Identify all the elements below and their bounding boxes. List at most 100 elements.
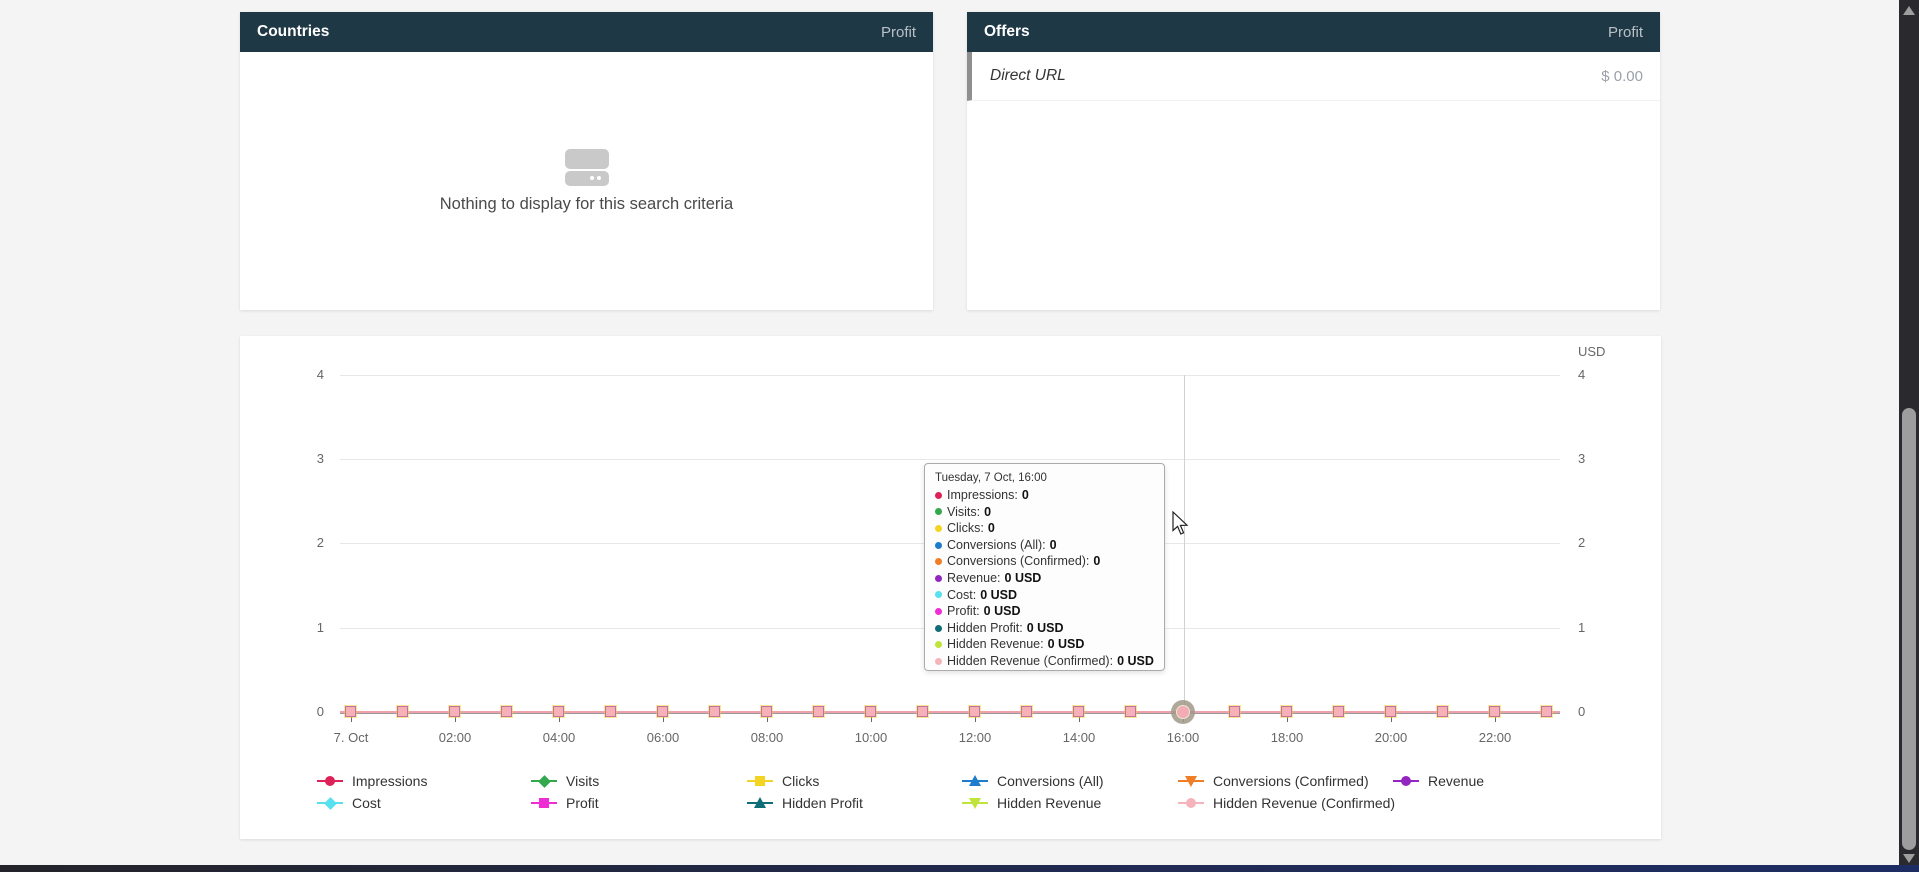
y-axis-label-right: 0	[1578, 702, 1638, 722]
series-color-dot	[935, 591, 942, 598]
tooltip-item-value: 0	[988, 520, 995, 537]
legend-item[interactable]: Profit	[531, 794, 599, 812]
y-axis-label-left: 0	[264, 702, 324, 722]
legend-marker-shape	[325, 776, 335, 786]
series-color-dot	[935, 625, 942, 632]
legend-item-label: Visits	[566, 773, 599, 789]
scrollbar-thumb[interactable]	[1902, 408, 1916, 850]
data-point-marker[interactable]	[1437, 706, 1448, 717]
empty-data-icon	[565, 149, 609, 186]
zero-value-series-line	[340, 711, 1560, 713]
hovered-data-point[interactable]	[1176, 705, 1190, 719]
countries-panel-title: Countries	[257, 23, 329, 41]
tooltip-item-value: 0	[1022, 487, 1029, 504]
data-point-marker[interactable]	[1541, 706, 1552, 717]
offers-metric-header: Profit	[1608, 24, 1643, 41]
scroll-up-icon[interactable]	[1903, 6, 1915, 15]
legend-marker-circle-icon	[1178, 797, 1204, 809]
data-point-marker[interactable]	[501, 706, 512, 717]
y-axis-label-right: 3	[1578, 449, 1638, 469]
legend-item[interactable]: Hidden Profit	[747, 794, 863, 812]
offer-profit-value: $ 0.00	[1601, 68, 1643, 85]
x-axis-label: 22:00	[1453, 730, 1537, 745]
tooltip-item-value: 0 USD	[980, 587, 1017, 604]
x-axis-label: 14:00	[1037, 730, 1121, 745]
data-point-marker[interactable]	[605, 706, 616, 717]
tooltip-item-value: 0	[984, 504, 991, 521]
legend-marker-circle-icon	[317, 775, 343, 787]
y-axis-label-left: 2	[264, 533, 324, 553]
data-point-marker[interactable]	[1229, 706, 1240, 717]
tooltip-item-label: Conversions (Confirmed):	[947, 553, 1089, 570]
chart-crosshair	[1184, 375, 1185, 713]
scroll-down-icon[interactable]	[1903, 854, 1915, 863]
data-point-marker[interactable]	[1281, 706, 1292, 717]
legend-item[interactable]: Impressions	[317, 772, 427, 790]
data-point-marker[interactable]	[1385, 706, 1396, 717]
x-axis-label: 18:00	[1245, 730, 1329, 745]
data-point-marker[interactable]	[969, 706, 980, 717]
y-axis-label-right: 4	[1578, 365, 1638, 385]
data-point-marker[interactable]	[449, 706, 460, 717]
legend-item[interactable]: Revenue	[1393, 772, 1484, 790]
data-point-marker[interactable]	[553, 706, 564, 717]
data-point-marker[interactable]	[397, 706, 408, 717]
tooltip-item-label: Hidden Revenue:	[947, 636, 1044, 653]
data-point-marker[interactable]	[345, 706, 356, 717]
data-point-marker[interactable]	[1333, 706, 1344, 717]
offers-panel-title: Offers	[984, 23, 1030, 41]
legend-item[interactable]: Hidden Revenue (Confirmed)	[1178, 794, 1395, 812]
data-point-marker[interactable]	[709, 706, 720, 717]
legend-item[interactable]: Conversions (Confirmed)	[1178, 772, 1369, 790]
data-point-marker[interactable]	[865, 706, 876, 717]
tooltip-item: Conversions (All):0	[935, 537, 1154, 554]
empty-state-message: Nothing to display for this search crite…	[440, 195, 733, 214]
series-color-dot	[935, 508, 942, 515]
offer-row[interactable]: Direct URL $ 0.00	[967, 52, 1660, 101]
data-point-marker[interactable]	[657, 706, 668, 717]
x-axis-label: 08:00	[725, 730, 809, 745]
data-point-marker[interactable]	[1489, 706, 1500, 717]
legend-marker-shape	[539, 798, 549, 808]
y-axis-label-right: 2	[1578, 533, 1638, 553]
tooltip-item-label: Conversions (All):	[947, 537, 1046, 554]
tooltip-item-value: 0	[1050, 537, 1057, 554]
legend-item-label: Revenue	[1428, 773, 1484, 789]
tooltip-item-label: Impressions:	[947, 487, 1018, 504]
legend-item-label: Conversions (Confirmed)	[1213, 773, 1369, 789]
offers-panel: Offers Profit Direct URL $ 0.00	[967, 12, 1660, 310]
tooltip-item-value: 0 USD	[1117, 653, 1154, 670]
legend-item[interactable]: Cost	[317, 794, 381, 812]
series-color-dot	[935, 641, 942, 648]
data-point-marker[interactable]	[1073, 706, 1084, 717]
tooltip-item: Cost:0 USD	[935, 587, 1154, 604]
data-point-marker[interactable]	[813, 706, 824, 717]
offers-panel-header: Offers Profit	[967, 12, 1660, 52]
legend-marker-shape	[969, 775, 981, 786]
data-point-marker[interactable]	[917, 706, 928, 717]
countries-panel-header: Countries Profit	[240, 12, 933, 52]
series-color-dot	[935, 542, 942, 549]
legend-marker-shape	[1186, 798, 1196, 808]
y-axis-unit-label: USD	[1578, 344, 1605, 359]
legend-marker-shape	[969, 798, 981, 809]
tooltip-item: Conversions (Confirmed):0	[935, 553, 1154, 570]
vertical-scrollbar[interactable]	[1899, 0, 1919, 872]
tooltip-item: Impressions:0	[935, 487, 1154, 504]
data-point-marker[interactable]	[761, 706, 772, 717]
bottom-bar	[0, 865, 1919, 872]
legend-item-label: Hidden Profit	[782, 795, 863, 811]
series-color-dot	[935, 575, 942, 582]
legend-item[interactable]: Hidden Revenue	[962, 794, 1101, 812]
legend-item[interactable]: Visits	[531, 772, 599, 790]
tooltip-item-label: Cost:	[947, 587, 976, 604]
legend-marker-circle-icon	[1393, 775, 1419, 787]
legend-item[interactable]: Clicks	[747, 772, 819, 790]
x-axis-label: 20:00	[1349, 730, 1433, 745]
legend-item-label: Conversions (All)	[997, 773, 1104, 789]
tooltip-item-label: Hidden Revenue (Confirmed):	[947, 653, 1113, 670]
data-point-marker[interactable]	[1125, 706, 1136, 717]
legend-item[interactable]: Conversions (All)	[962, 772, 1104, 790]
data-point-marker[interactable]	[1021, 706, 1032, 717]
offer-name[interactable]: Direct URL	[990, 67, 1066, 85]
